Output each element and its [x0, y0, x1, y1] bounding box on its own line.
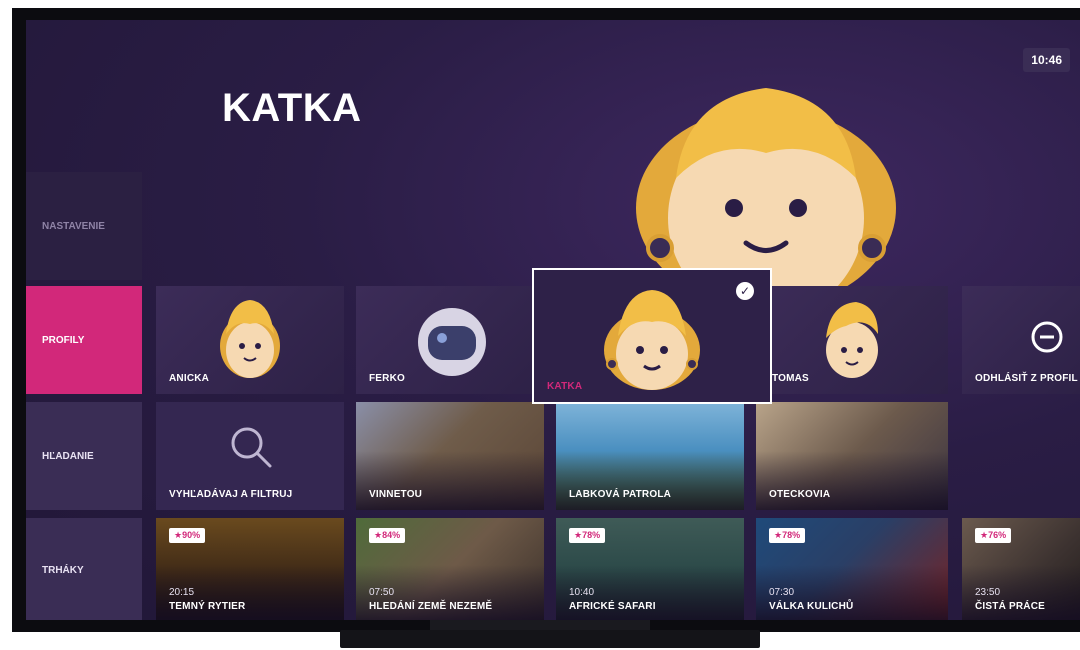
avatar-icon [826, 302, 878, 378]
movie-tile[interactable]: ★78% 07:30 VÁLKA KULICHŮ [756, 518, 948, 620]
movie-title: LABKOVÁ PATROLA [569, 489, 672, 500]
tv-stand-base [340, 630, 760, 648]
avatar-icon [220, 300, 280, 378]
movie-title: TEMNÝ RYTIER [169, 601, 246, 612]
rating-badge: ★78% [769, 528, 806, 543]
check-icon: ✓ [736, 282, 754, 300]
logout-label: ODHLÁSIŤ Z PROFIL [975, 373, 1078, 384]
profile-name: ANICKA [169, 373, 210, 384]
rating-badge: ★76% [975, 528, 1012, 543]
rating-badge: ★78% [569, 528, 606, 543]
movie-title: VÁLKA KULICHŮ [769, 601, 854, 612]
movie-tile[interactable]: ★76% 23:50 ČISTÁ PRÁCE [962, 518, 1080, 620]
movie-title: HLEDÁNÍ ZEMĚ NEZEMĚ [369, 601, 493, 612]
search-filter-label: VYHĽADÁVAJ A FILTRUJ [169, 489, 293, 500]
air-time: 10:40 [569, 587, 595, 598]
profile-name: FERKO [369, 373, 405, 384]
rating-badge: ★84% [369, 528, 406, 543]
profile-tile-tomas[interactable]: TOMAS [756, 286, 948, 394]
sidebar-item-settings[interactable]: NASTAVENIE [26, 172, 142, 280]
profile-tile-anicka[interactable]: ANICKA [156, 286, 344, 394]
tv-screen: 10:46 KATKA NASTAVENIE PROFILY HĽADANIE … [26, 20, 1080, 620]
air-time: 07:30 [769, 587, 795, 598]
astronaut-avatar-icon [418, 308, 486, 376]
logout-icon [1031, 321, 1063, 353]
profile-tile-katka[interactable]: ✓ KATKA [532, 268, 772, 404]
air-time: 23:50 [975, 587, 1001, 598]
movie-tile[interactable]: ★84% 07:50 HLEDÁNÍ ZEMĚ NEZEMĚ [356, 518, 544, 620]
avatar-icon [604, 290, 700, 390]
logout-tile[interactable]: ODHLÁSIŤ Z PROFIL [962, 286, 1080, 394]
profile-name: KATKA [547, 381, 583, 392]
movie-title: VINNETOU [369, 489, 423, 500]
movie-title: ČISTÁ PRÁCE [975, 601, 1045, 612]
sidebar-item-hits[interactable]: TRHÁKY [26, 518, 142, 620]
movie-tile[interactable]: ★78% 10:40 AFRICKÉ SAFARI [556, 518, 744, 620]
sidebar-item-label: NASTAVENIE [42, 220, 105, 232]
movie-title: OTECKOVIA [769, 489, 831, 500]
rating-badge: ★90% [169, 528, 206, 543]
page-title: KATKA [222, 86, 362, 130]
search-filter-tile[interactable]: VYHĽADÁVAJ A FILTRUJ [156, 402, 344, 510]
movie-tile[interactable]: ★90% 20:15 TEMNÝ RYTIER [156, 518, 344, 620]
sidebar-item-search[interactable]: HĽADANIE [26, 402, 142, 510]
sidebar-item-label: HĽADANIE [42, 450, 94, 462]
movie-tile[interactable]: VINNETOU [356, 402, 544, 510]
movie-tile[interactable]: OTECKOVIA [756, 402, 948, 510]
air-time: 07:50 [369, 587, 395, 598]
sidebar-item-label: PROFILY [42, 334, 85, 346]
sidebar-item-label: TRHÁKY [42, 564, 84, 576]
profile-tile-ferko[interactable]: FERKO [356, 286, 544, 394]
clock: 10:46 [1023, 48, 1070, 72]
movie-title: AFRICKÉ SAFARI [569, 601, 656, 612]
movie-tile[interactable]: LABKOVÁ PATROLA [556, 402, 744, 510]
air-time: 20:15 [169, 587, 195, 598]
profile-name: TOMAS [772, 373, 809, 384]
sidebar-item-profiles[interactable]: PROFILY [26, 286, 142, 394]
search-icon [231, 427, 272, 468]
